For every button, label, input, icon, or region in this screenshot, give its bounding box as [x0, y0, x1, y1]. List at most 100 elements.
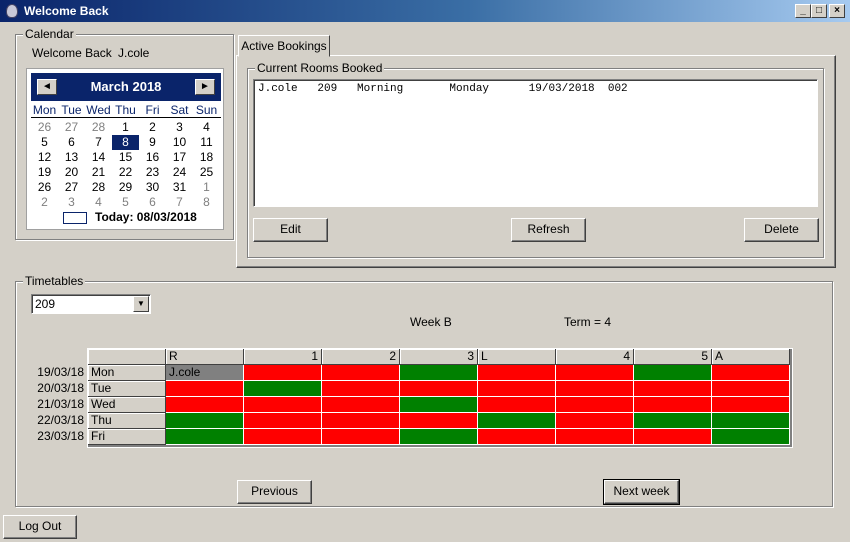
calendar-day[interactable]: 4 [193, 120, 220, 135]
timetable-slot-red[interactable] [634, 381, 712, 397]
calendar-day[interactable]: 6 [139, 195, 166, 210]
calendar-day[interactable]: 29 [112, 180, 139, 195]
calendar-day[interactable]: 24 [166, 165, 193, 180]
calendar-day[interactable]: 26 [31, 180, 58, 195]
timetable-slot-red[interactable] [322, 397, 400, 413]
prev-month-icon[interactable]: ◄ [37, 79, 57, 95]
timetable-slot-red[interactable] [556, 365, 634, 381]
calendar-day[interactable]: 28 [85, 120, 112, 135]
refresh-button[interactable]: Refresh [511, 218, 586, 242]
timetable-slot-red[interactable] [478, 381, 556, 397]
edit-button[interactable]: Edit [253, 218, 328, 242]
calendar-day[interactable]: 28 [85, 180, 112, 195]
calendar-day[interactable]: 15 [112, 150, 139, 165]
calendar-day-selected[interactable]: 8 [112, 135, 139, 150]
timetable-slot-red[interactable] [478, 429, 556, 445]
timetable-slot-red[interactable] [166, 397, 244, 413]
calendar-day[interactable]: 2 [139, 120, 166, 135]
timetable-slot-green[interactable] [400, 397, 478, 413]
timetable-slot-red[interactable] [556, 429, 634, 445]
calendar-day[interactable]: 10 [166, 135, 193, 150]
timetable-slot-green[interactable] [244, 381, 322, 397]
timetable-slot-red[interactable] [478, 365, 556, 381]
close-button[interactable]: × [829, 4, 845, 18]
bookings-listbox[interactable]: J.cole 209 Morning Monday 19/03/2018 002 [253, 79, 818, 207]
calendar-day[interactable]: 5 [112, 195, 139, 210]
calendar-day[interactable]: 16 [139, 150, 166, 165]
timetable-slot-green[interactable] [166, 413, 244, 429]
calendar-day[interactable]: 3 [58, 195, 85, 210]
month-calendar[interactable]: ◄ March 2018 ► Mon Tue Wed Thu Fri Sat Sun 26 27… [26, 68, 224, 230]
delete-button[interactable]: Delete [744, 218, 819, 242]
previous-button[interactable]: Previous [237, 480, 312, 504]
minimize-button[interactable]: _ [795, 4, 811, 18]
timetable-slot-red[interactable] [556, 397, 634, 413]
timetable-slot-red[interactable] [244, 413, 322, 429]
chevron-down-icon[interactable]: ▼ [133, 296, 149, 312]
timetable-slot-red[interactable] [244, 365, 322, 381]
calendar-day[interactable]: 27 [58, 180, 85, 195]
timetable-slot-red[interactable] [322, 365, 400, 381]
next-week-button[interactable]: Next week [603, 479, 680, 505]
timetable-slot-red[interactable] [400, 381, 478, 397]
calendar-day[interactable]: 13 [58, 150, 85, 165]
timetable-slot-red[interactable] [400, 413, 478, 429]
calendar-day[interactable]: 31 [166, 180, 193, 195]
booking-list-item[interactable]: J.cole 209 Morning Monday 19/03/2018 002 [254, 80, 817, 95]
timetable-slot-red[interactable] [322, 429, 400, 445]
calendar-day[interactable]: 20 [58, 165, 85, 180]
calendar-day[interactable]: 8 [193, 195, 220, 210]
calendar-day[interactable]: 21 [85, 165, 112, 180]
calendar-day[interactable]: 1 [193, 180, 220, 195]
calendar-day[interactable]: 30 [139, 180, 166, 195]
timetable-slot-green[interactable] [712, 429, 790, 445]
calendar-day[interactable]: 6 [58, 135, 85, 150]
timetable-slot-red[interactable] [712, 397, 790, 413]
timetable-slot-red[interactable] [244, 429, 322, 445]
timetable-slot-green[interactable] [400, 429, 478, 445]
today-text[interactable]: Today: 08/03/2018 [95, 210, 197, 224]
timetable-slot-green[interactable] [634, 365, 712, 381]
calendar-day[interactable]: 25 [193, 165, 220, 180]
calendar-day[interactable]: 27 [58, 120, 85, 135]
timetable-slot-grey[interactable]: J.cole [166, 365, 244, 381]
log-out-button[interactable]: Log Out [3, 515, 77, 539]
timetable-slot-red[interactable] [478, 397, 556, 413]
calendar-day[interactable]: 2 [31, 195, 58, 210]
calendar-day[interactable]: 9 [139, 135, 166, 150]
calendar-day[interactable]: 23 [139, 165, 166, 180]
calendar-day[interactable]: 26 [31, 120, 58, 135]
calendar-day[interactable]: 7 [166, 195, 193, 210]
calendar-day[interactable]: 3 [166, 120, 193, 135]
calendar-day[interactable]: 7 [85, 135, 112, 150]
maximize-button[interactable]: □ [811, 4, 827, 18]
calendar-day[interactable]: 18 [193, 150, 220, 165]
timetable-slot-green[interactable] [166, 429, 244, 445]
timetable-slot-red[interactable] [712, 365, 790, 381]
timetable-slot-red[interactable] [166, 381, 244, 397]
calendar-day[interactable]: 5 [31, 135, 58, 150]
timetable-slot-green[interactable] [400, 365, 478, 381]
timetable-slot-red[interactable] [322, 381, 400, 397]
calendar-day[interactable]: 22 [112, 165, 139, 180]
next-month-icon[interactable]: ► [195, 79, 215, 95]
calendar-day[interactable]: 19 [31, 165, 58, 180]
calendar-day[interactable]: 11 [193, 135, 220, 150]
room-select[interactable]: 209 ▼ [31, 294, 151, 314]
calendar-day[interactable]: 17 [166, 150, 193, 165]
timetable-slot-red[interactable] [556, 413, 634, 429]
timetable-slot-red[interactable] [634, 397, 712, 413]
calendar-day[interactable]: 1 [112, 120, 139, 135]
timetable-slot-red[interactable] [244, 397, 322, 413]
timetable-slot-red[interactable] [634, 429, 712, 445]
calendar-day[interactable]: 14 [85, 150, 112, 165]
timetable-slot-green[interactable] [634, 413, 712, 429]
calendar-day[interactable]: 12 [31, 150, 58, 165]
timetable-slot-red[interactable] [322, 413, 400, 429]
timetable-slot-green[interactable] [478, 413, 556, 429]
timetable-slot-green[interactable] [712, 413, 790, 429]
timetable-grid[interactable]: R 1 2 3 L 4 5 A Mon J.cole Tue Wed Thu Fri [87, 348, 793, 448]
tab-active-bookings[interactable]: Active Bookings [238, 35, 330, 57]
timetable-slot-red[interactable] [712, 381, 790, 397]
timetable-slot-red[interactable] [556, 381, 634, 397]
